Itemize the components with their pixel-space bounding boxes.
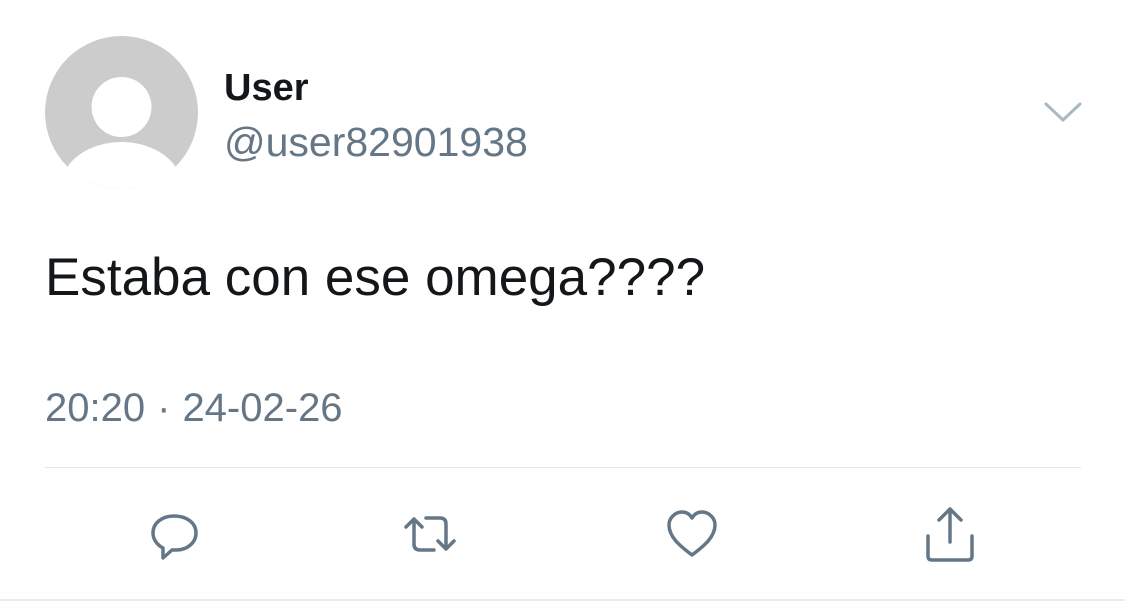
chevron-down-icon[interactable] — [1042, 98, 1084, 128]
author-handle[interactable]: @user82901938 — [224, 118, 528, 166]
default-user-avatar-icon — [61, 77, 182, 189]
timestamp-separator: · — [157, 386, 171, 430]
retweet-icon — [404, 516, 456, 552]
tweet-text: Estaba con ese omega???? — [45, 248, 706, 307]
avatar[interactable] — [45, 36, 198, 189]
heart-icon — [667, 510, 717, 557]
tweet-timestamp[interactable]: 20:20 · 24-02-26 — [45, 384, 343, 432]
tweet-time: 20:20 — [45, 386, 146, 430]
divider — [45, 467, 1081, 468]
author-display-name[interactable]: User — [224, 66, 309, 110]
share-button[interactable] — [920, 504, 980, 564]
like-button[interactable] — [662, 504, 722, 564]
share-icon — [926, 507, 974, 562]
tweet-date: 24-02-26 — [182, 386, 343, 430]
retweet-button[interactable] — [400, 504, 460, 564]
reply-icon — [151, 514, 198, 560]
reply-button[interactable] — [145, 504, 205, 564]
